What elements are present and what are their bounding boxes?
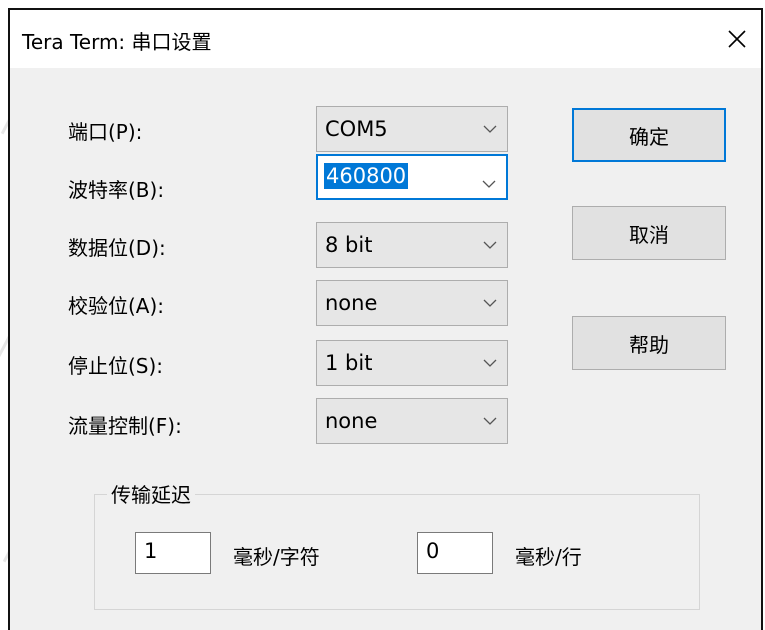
parity-label: 校验位(A): [68, 294, 165, 318]
chevron-down-icon [482, 180, 496, 188]
data-bits-value: 8 bit [325, 233, 373, 257]
close-button[interactable] [713, 10, 761, 68]
chevron-down-icon [483, 125, 497, 133]
help-button[interactable]: 帮助 [572, 316, 726, 370]
parity-select[interactable]: none [316, 280, 508, 326]
stop-bits-select[interactable]: 1 bit [316, 340, 508, 386]
serial-port-setup-dialog: Tera Term: 串口设置 端口(P): COM5 波特率(B): 4608… [8, 8, 763, 630]
baud-rate-label: 波特率(B): [68, 178, 165, 202]
data-bits-label: 数据位(D): [68, 236, 166, 260]
cancel-button[interactable]: 取消 [572, 206, 726, 260]
dialog-title: Tera Term: 串口设置 [22, 30, 212, 54]
flow-control-label: 流量控制(F): [68, 414, 182, 438]
char-delay-input[interactable]: 1 [135, 532, 211, 574]
baud-rate-value: 460800 [324, 163, 409, 189]
line-delay-input[interactable]: 0 [417, 532, 493, 574]
port-value: COM5 [325, 117, 388, 141]
port-select[interactable]: COM5 [316, 106, 508, 152]
close-icon [728, 30, 746, 48]
chevron-down-icon [483, 299, 497, 307]
stop-bits-label: 停止位(S): [68, 354, 164, 378]
stop-bits-value: 1 bit [325, 351, 373, 375]
baud-rate-select[interactable]: 460800 [316, 154, 508, 200]
flow-control-select[interactable]: none [316, 398, 508, 444]
char-delay-unit: 毫秒/字符 [233, 545, 320, 569]
ok-button[interactable]: 确定 [572, 108, 726, 162]
line-delay-unit: 毫秒/行 [515, 545, 582, 569]
chevron-down-icon [483, 359, 497, 367]
flow-control-value: none [325, 409, 378, 433]
chevron-down-icon [483, 241, 497, 249]
port-label: 端口(P): [68, 120, 143, 144]
transmit-delay-group: 传输延迟 1 毫秒/字符 0 毫秒/行 [94, 479, 700, 610]
chevron-down-icon [483, 417, 497, 425]
title-bar: Tera Term: 串口设置 [10, 10, 761, 68]
data-bits-select[interactable]: 8 bit [316, 222, 508, 268]
parity-value: none [325, 291, 378, 315]
transmit-delay-title: 传输延迟 [107, 479, 195, 508]
